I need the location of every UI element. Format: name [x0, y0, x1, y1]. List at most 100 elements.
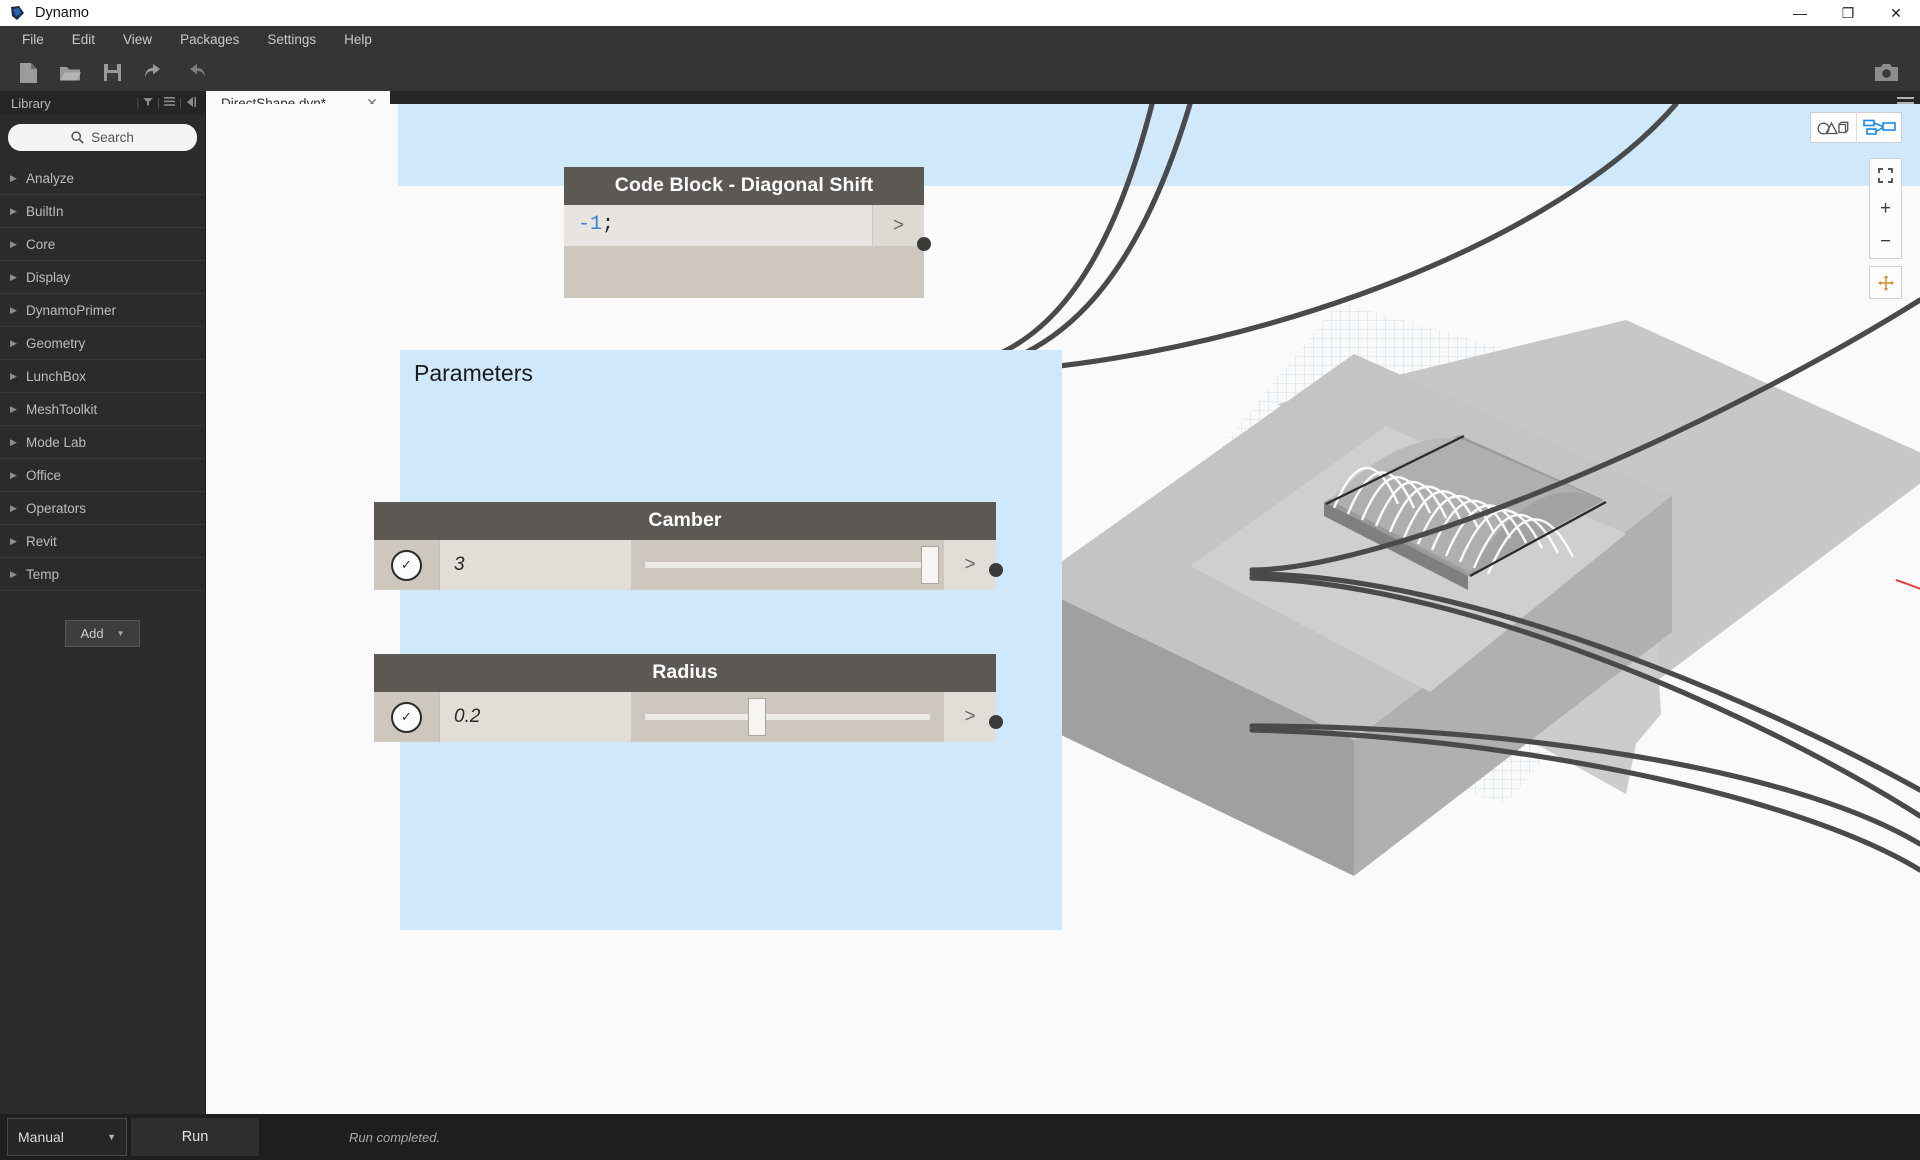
sidebar-item-geometry[interactable]: ▶ Geometry — [0, 327, 205, 360]
menu-bar: File Edit View Packages Settings Help — [0, 26, 1920, 54]
node-title: Code Block - Diagonal Shift — [564, 167, 924, 205]
slider-thumb[interactable] — [748, 698, 766, 736]
open-file-icon[interactable] — [50, 56, 90, 90]
zoom-in-icon[interactable]: + — [1870, 192, 1901, 225]
output-port[interactable] — [989, 715, 1003, 729]
chevron-right-icon: ▶ — [10, 437, 26, 448]
output-port-chevron[interactable]: > — [944, 692, 996, 742]
slider-thumb[interactable] — [921, 546, 939, 584]
sidebar-item-revit[interactable]: ▶ Revit — [0, 525, 205, 558]
menu-file[interactable]: File — [8, 26, 58, 54]
run-status-text: Run completed. — [349, 1130, 440, 1145]
chevron-down-icon: ▼ — [107, 1132, 116, 1142]
chevron-right-icon: ▶ — [10, 503, 26, 514]
expand-settings-button[interactable]: ✓ — [374, 692, 439, 742]
filter-icon[interactable] — [141, 97, 155, 110]
output-port[interactable] — [917, 237, 931, 251]
add-button[interactable]: Add ▼ — [65, 620, 139, 647]
zoom-to-fit-icon[interactable] — [1870, 159, 1901, 192]
library-panel: Library | | | — [0, 91, 206, 1114]
graph-canvas[interactable]: Parameters Code Block - Diagonal Shift -… — [206, 104, 1920, 1114]
slider-value-field[interactable]: 0.2 — [439, 692, 631, 742]
main-toolbar — [0, 54, 1920, 91]
chevron-right-icon: ▶ — [10, 338, 26, 349]
sidebar-item-label: Analyze — [26, 171, 74, 186]
minimize-button[interactable]: — — [1776, 0, 1824, 26]
window-controls: — ❐ ✕ — [1776, 0, 1920, 26]
slider-row: ✓ 3 > — [374, 540, 996, 590]
new-file-icon[interactable] — [8, 56, 48, 90]
chevron-right-icon: ▶ — [10, 272, 26, 283]
menu-settings[interactable]: Settings — [253, 26, 330, 54]
node-radius-slider[interactable]: Radius ✓ 0.2 > — [374, 654, 996, 742]
library-search-area: Search — [0, 115, 205, 159]
slider-track[interactable] — [645, 562, 930, 568]
chevron-right-icon: ▶ — [10, 404, 26, 415]
sidebar-item-label: BuiltIn — [26, 204, 64, 219]
menu-edit[interactable]: Edit — [58, 26, 109, 54]
sidebar-item-label: Mode Lab — [26, 435, 86, 450]
viewport-zoom-controls: + − — [1869, 158, 1902, 259]
code-block-input-row[interactable]: -1; > — [564, 205, 924, 246]
sidebar-item-label: Revit — [26, 534, 57, 549]
add-button-area: Add ▼ — [0, 620, 205, 647]
slider-row: ✓ 0.2 > — [374, 692, 996, 742]
camera-icon[interactable] — [1866, 56, 1906, 90]
sidebar-item-core[interactable]: ▶ Core — [0, 228, 205, 261]
chevron-right-icon: ▶ — [10, 536, 26, 547]
menu-help[interactable]: Help — [330, 26, 386, 54]
menu-packages[interactable]: Packages — [166, 26, 253, 54]
undo-icon[interactable] — [134, 56, 174, 90]
collapse-panel-icon[interactable] — [184, 97, 199, 110]
chevron-down-icon: ✓ — [391, 550, 422, 581]
sidebar-item-lunchbox[interactable]: ▶ LunchBox — [0, 360, 205, 393]
output-port-chevron[interactable]: > — [944, 540, 996, 590]
save-file-icon[interactable] — [92, 56, 132, 90]
zoom-out-icon[interactable]: − — [1870, 225, 1901, 258]
slider-track[interactable] — [645, 714, 930, 720]
code-block-editor[interactable]: -1; — [564, 205, 872, 246]
sidebar-item-dynamoprimer[interactable]: ▶ DynamoPrimer — [0, 294, 205, 327]
chevron-down-icon: ✓ — [391, 702, 422, 733]
divider: | — [179, 97, 182, 109]
slider-track-area[interactable] — [631, 692, 944, 742]
viewport-view-toggle — [1810, 112, 1902, 143]
run-mode-dropdown[interactable]: Manual ▼ — [7, 1118, 127, 1156]
search-input[interactable]: Search — [8, 124, 197, 151]
divider: | — [136, 97, 139, 109]
sidebar-item-label: LunchBox — [26, 369, 86, 384]
expand-settings-button[interactable]: ✓ — [374, 540, 439, 590]
group-parameters[interactable]: Parameters — [400, 350, 1062, 930]
menu-view[interactable]: View — [109, 26, 166, 54]
sidebar-item-builtin[interactable]: ▶ BuiltIn — [0, 195, 205, 228]
graph-view-icon[interactable] — [1856, 113, 1901, 142]
sidebar-item-operators[interactable]: ▶ Operators — [0, 492, 205, 525]
output-port[interactable] — [989, 563, 1003, 577]
slider-track-area[interactable] — [631, 540, 944, 590]
output-port-chevron[interactable]: > — [872, 205, 924, 246]
sidebar-item-label: Core — [26, 237, 55, 252]
run-button[interactable]: Run — [131, 1118, 259, 1156]
node-code-block-diagonal-shift[interactable]: Code Block - Diagonal Shift -1; > — [564, 167, 924, 298]
search-placeholder: Search — [91, 130, 134, 145]
node-camber-slider[interactable]: Camber ✓ 3 > — [374, 502, 996, 590]
pan-icon[interactable] — [1869, 266, 1902, 299]
maximize-button[interactable]: ❐ — [1824, 0, 1872, 26]
sidebar-item-office[interactable]: ▶ Office — [0, 459, 205, 492]
sidebar-item-analyze[interactable]: ▶ Analyze — [0, 162, 205, 195]
sidebar-item-mode-lab[interactable]: ▶ Mode Lab — [0, 426, 205, 459]
redo-icon[interactable] — [176, 56, 216, 90]
chevron-down-icon: ▼ — [117, 629, 125, 638]
sidebar-item-label: Office — [26, 468, 61, 483]
search-icon — [71, 131, 84, 144]
sidebar-item-temp[interactable]: ▶ Temp — [0, 558, 205, 591]
dynamo-application-window: Dynamo — ❐ ✕ File Edit View Packages Set… — [0, 0, 1920, 1160]
sidebar-item-display[interactable]: ▶ Display — [0, 261, 205, 294]
library-category-list: ▶ Analyze ▶ BuiltIn ▶ Core ▶ Display ▶ D… — [0, 162, 205, 591]
slider-value-field[interactable]: 3 — [439, 540, 631, 590]
add-button-label: Add — [80, 626, 103, 641]
sidebar-item-meshtoolkit[interactable]: ▶ MeshToolkit — [0, 393, 205, 426]
list-view-icon[interactable] — [162, 97, 177, 109]
geometry-view-icon[interactable] — [1811, 113, 1856, 142]
close-button[interactable]: ✕ — [1872, 0, 1920, 26]
